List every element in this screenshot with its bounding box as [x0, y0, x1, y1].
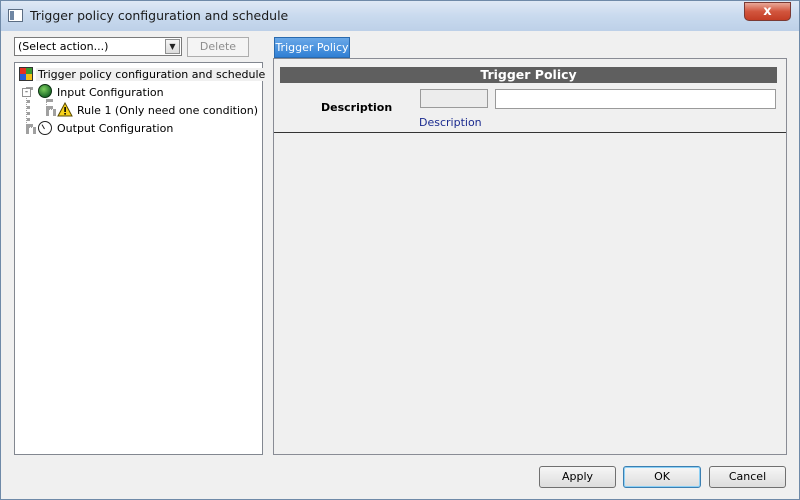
globe-icon — [38, 84, 52, 98]
tree-item-input-configuration[interactable]: Input Configuration — [57, 86, 164, 99]
dialog-window: Trigger policy configuration and schedul… — [0, 0, 800, 500]
collapse-icon[interactable]: - — [22, 88, 31, 97]
window-title: Trigger policy configuration and schedul… — [30, 8, 289, 23]
tree-item-root[interactable]: Trigger policy configuration and schedul… — [36, 68, 268, 81]
close-button[interactable]: x — [744, 2, 791, 21]
cancel-button[interactable]: Cancel — [709, 466, 786, 488]
divider — [274, 132, 786, 133]
clock-icon — [38, 121, 52, 135]
color-grid-icon — [19, 67, 33, 81]
description-input[interactable] — [495, 89, 776, 109]
apply-button[interactable]: Apply — [539, 466, 616, 488]
tree-item-output-configuration[interactable]: Output Configuration — [57, 122, 173, 135]
window-app-icon — [8, 9, 23, 22]
tab-trigger-policy[interactable]: Trigger Policy — [274, 37, 350, 58]
policy-tree[interactable]: Trigger policy configuration and schedul… — [14, 62, 268, 455]
warning-icon — [57, 102, 73, 117]
delete-button[interactable]: Delete — [187, 37, 249, 57]
tree-connector — [26, 127, 36, 131]
description-label: Description — [321, 101, 393, 114]
description-link[interactable]: Description — [419, 116, 482, 129]
action-select[interactable]: (Select action...) ▼ — [14, 37, 182, 56]
description-short-field[interactable] — [420, 89, 488, 108]
tab-content-panel — [273, 58, 787, 455]
tree-item-rule-1[interactable]: Rule 1 (Only need one condition) — [77, 104, 258, 117]
title-bar[interactable]: Trigger policy configuration and schedul… — [1, 1, 799, 31]
chevron-down-icon[interactable]: ▼ — [165, 39, 180, 54]
tree-connector — [46, 99, 50, 109]
section-header: Trigger Policy — [280, 67, 777, 83]
tree-connector — [46, 109, 56, 113]
ok-button[interactable]: OK — [623, 466, 701, 488]
action-select-value: (Select action...) — [18, 40, 109, 53]
